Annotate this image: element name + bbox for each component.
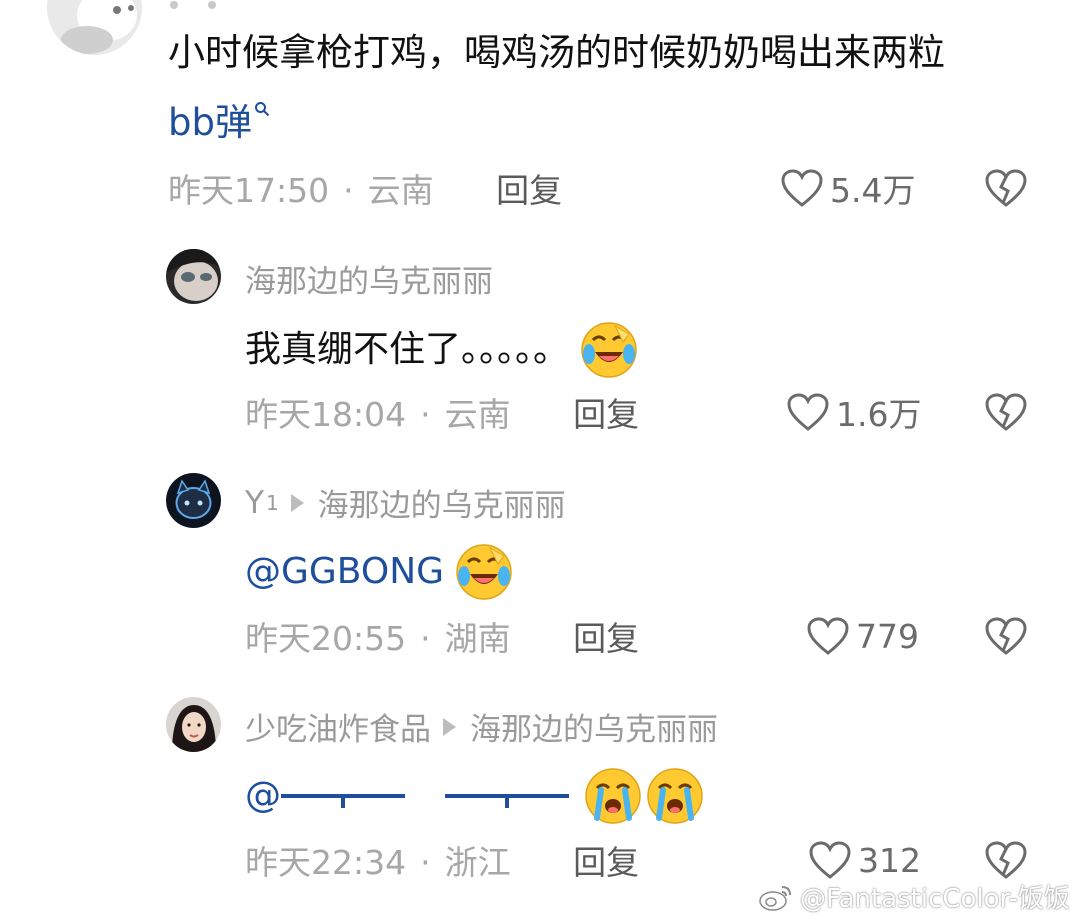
comment-time: 昨天20:55 bbox=[245, 619, 407, 658]
reply-text: @ bbox=[245, 766, 705, 826]
search-term-label: bb弹 bbox=[168, 101, 252, 144]
top-comment-text-line2: bb弹 bbox=[168, 96, 270, 150]
reply-arrow-icon bbox=[443, 717, 456, 736]
broken-heart-icon[interactable] bbox=[984, 615, 1028, 657]
comment-location: 湖南 bbox=[444, 619, 511, 658]
heart-icon bbox=[807, 617, 849, 655]
like-count: 5.4万 bbox=[830, 171, 916, 210]
crying-emoji bbox=[583, 766, 643, 826]
meta-separator: · bbox=[343, 171, 354, 210]
laughing-crying-emoji bbox=[454, 542, 514, 602]
comment-location: 浙江 bbox=[444, 843, 511, 882]
reply-username[interactable]: 海那边的乌克丽丽 bbox=[245, 256, 493, 301]
mention-name-glyphs bbox=[281, 794, 405, 808]
comment-time: 昨天22:34 bbox=[245, 843, 407, 882]
reply-to-username[interactable]: 海那边的乌克丽丽 bbox=[470, 704, 718, 749]
broken-heart-icon[interactable] bbox=[984, 391, 1028, 433]
meta-separator: · bbox=[420, 843, 431, 882]
reply-meta: 昨天18:04 · 云南 回复 bbox=[245, 388, 639, 438]
reply-button[interactable]: 回复 bbox=[573, 612, 639, 660]
like-button[interactable]: 779 bbox=[806, 611, 919, 661]
laughing-crying-emoji bbox=[579, 320, 639, 380]
heart-icon bbox=[787, 393, 829, 431]
username: Y bbox=[245, 484, 264, 521]
user-avatar[interactable] bbox=[166, 697, 221, 752]
username: 海那边的乌克丽丽 bbox=[245, 264, 493, 300]
like-count: 779 bbox=[856, 616, 919, 656]
comment-location: 云南 bbox=[367, 171, 434, 210]
broken-heart-icon[interactable] bbox=[984, 167, 1028, 209]
heart-icon bbox=[781, 169, 823, 207]
reply-text: @GGBONG bbox=[245, 542, 514, 602]
search-icon bbox=[254, 102, 270, 117]
comment-time: 昨天17:50 bbox=[168, 171, 330, 210]
reply-button[interactable]: 回复 bbox=[573, 836, 639, 884]
watermark: @FantasticColor-饭饭 bbox=[758, 878, 1070, 915]
like-button[interactable]: 1.6万 bbox=[786, 387, 921, 437]
cat-avatar[interactable] bbox=[47, 0, 142, 55]
username: 少吃油炸食品 bbox=[245, 712, 431, 748]
watermark-text: @FantasticColor-饭饭 bbox=[800, 884, 1070, 914]
like-count: 312 bbox=[858, 840, 921, 880]
search-term-link[interactable]: bb弹 bbox=[168, 101, 270, 144]
mention-link[interactable]: @GGBONG bbox=[245, 546, 444, 598]
comment-location: 云南 bbox=[444, 395, 511, 434]
reply-button[interactable]: 回复 bbox=[573, 388, 639, 436]
reply-arrow-icon bbox=[290, 493, 304, 512]
top-comment-text: 小时候拿枪打鸡，喝鸡汤的时候奶奶喝出来两粒 bbox=[168, 31, 945, 74]
user-avatar[interactable] bbox=[166, 249, 221, 304]
weibo-logo-icon bbox=[759, 885, 792, 911]
mention-link[interactable]: @ bbox=[245, 770, 569, 822]
crying-emoji bbox=[645, 766, 705, 826]
like-button[interactable]: 5.4万 bbox=[780, 163, 915, 213]
reply-username[interactable]: 少吃油炸食品 海那边的乌克丽丽 bbox=[245, 704, 718, 749]
reply-to-username[interactable]: 海那边的乌克丽丽 bbox=[318, 480, 566, 525]
reply-meta: 昨天20:55 · 湖南 回复 bbox=[245, 612, 639, 662]
top-comment-meta: 昨天17:50 · 云南 回复 bbox=[168, 164, 562, 214]
reply-meta: 昨天22:34 · 浙江 回复 bbox=[245, 836, 639, 886]
reply-text: 我真绷不住了。。。。。 bbox=[245, 320, 639, 380]
user-avatar[interactable] bbox=[166, 473, 221, 528]
username-superscript: 1 bbox=[265, 490, 279, 515]
meta-separator: · bbox=[420, 619, 431, 658]
reply-text-content: 我真绷不住了。。。。。 bbox=[245, 329, 570, 370]
heart-icon bbox=[809, 841, 851, 879]
mention-at: @ bbox=[245, 775, 281, 816]
meta-separator: · bbox=[420, 395, 431, 434]
comment-time: 昨天18:04 bbox=[245, 395, 407, 434]
reply-button[interactable]: 回复 bbox=[496, 164, 562, 212]
broken-heart-icon[interactable] bbox=[984, 839, 1028, 881]
like-count: 1.6万 bbox=[836, 395, 922, 434]
reply-username[interactable]: Y1 海那边的乌克丽丽 bbox=[245, 480, 566, 525]
cut-off-username bbox=[170, 0, 250, 9]
mention-name-glyphs bbox=[445, 794, 569, 808]
